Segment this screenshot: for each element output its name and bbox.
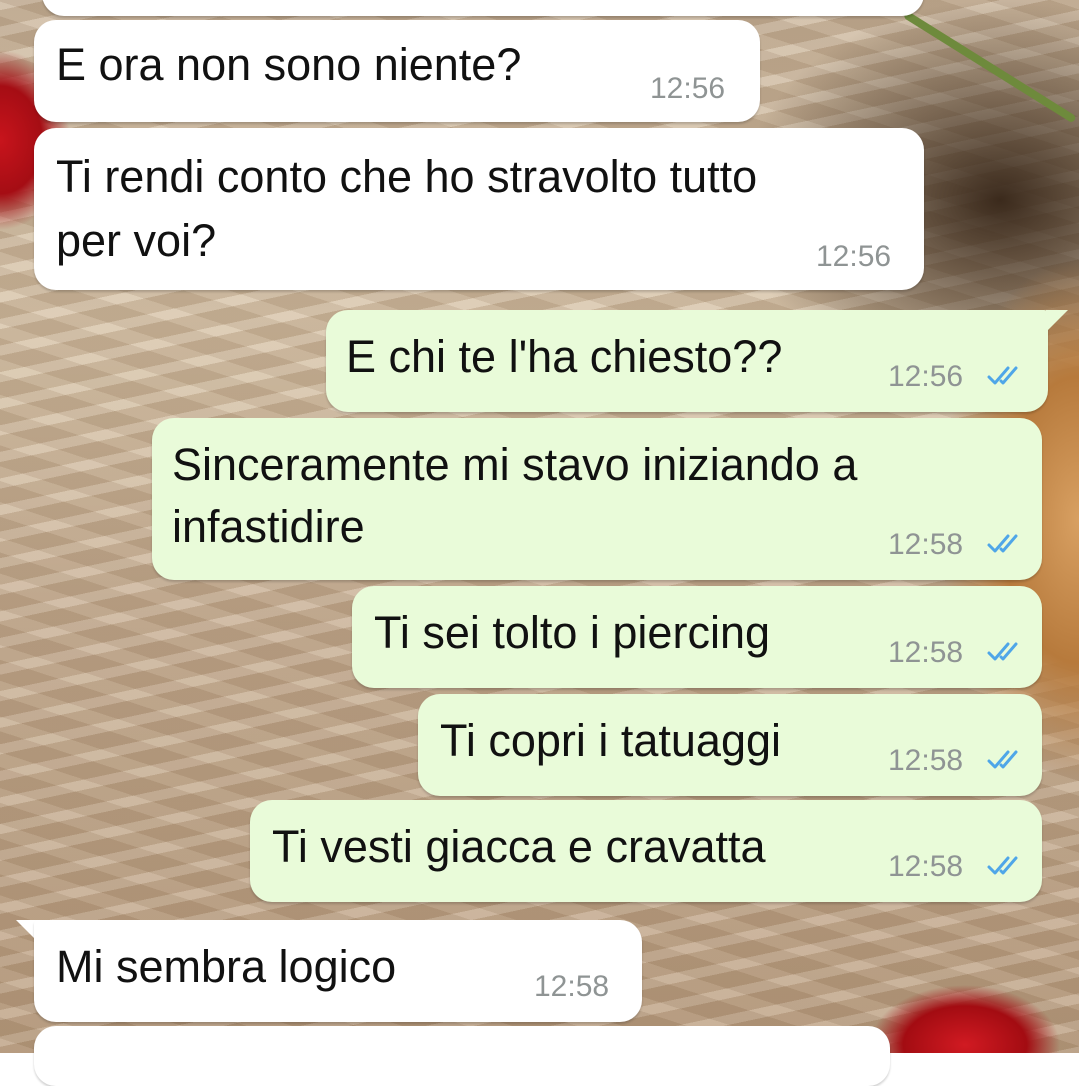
- double-check-icon: [987, 642, 1018, 661]
- message-text: E ora non sono niente?: [56, 39, 522, 90]
- message-bubble[interactable]: Mi sembra logico 12:58: [34, 920, 642, 1022]
- message-bubble[interactable]: Ti sei tolto i piercing 12:58: [352, 586, 1042, 688]
- message-text-line: Ti rendi conto che ho stravolto tutto: [56, 151, 758, 202]
- message-bubble[interactable]: Sinceramente mi stavo iniziando a infast…: [152, 418, 1042, 580]
- message-text: Mi sembra logico: [56, 941, 397, 992]
- message-text: Ti copri i tatuaggi: [440, 715, 781, 766]
- message-timestamp: 12:56: [888, 360, 964, 393]
- double-check-icon: [987, 366, 1018, 385]
- message-bubble-partial[interactable]: [42, 0, 924, 16]
- message-bubble[interactable]: Ti vesti giacca e cravatta 12:58: [250, 800, 1042, 902]
- message-timestamp: 12:58: [888, 744, 964, 777]
- double-check-icon: [987, 856, 1018, 875]
- message-bubble[interactable]: Ti copri i tatuaggi 12:58: [418, 694, 1042, 796]
- bubble-tail: [1046, 310, 1068, 332]
- message-bubble[interactable]: E chi te l'ha chiesto?? 12:56: [326, 310, 1048, 412]
- message-text: Ti sei tolto i piercing: [374, 607, 770, 658]
- message-timestamp: 12:58: [534, 970, 610, 1003]
- message-text-line: infastidire: [172, 501, 365, 552]
- double-check-icon: [987, 534, 1018, 553]
- message-text: E chi te l'ha chiesto??: [346, 331, 783, 382]
- message-bubble[interactable]: Ti rendi conto che ho stravolto tutto pe…: [34, 128, 924, 290]
- message-text-line: Sinceramente mi stavo iniziando a: [172, 439, 858, 490]
- message-timestamp: 12:58: [888, 636, 964, 669]
- message-bubble[interactable]: E ora non sono niente? 12:56: [34, 20, 760, 122]
- message-timestamp: 12:56: [650, 72, 726, 105]
- message-timestamp: 12:58: [888, 850, 964, 883]
- message-timestamp: 12:58: [888, 528, 964, 561]
- double-check-icon: [987, 750, 1018, 769]
- message-timestamp: 12:56: [816, 240, 892, 273]
- message-text-line: per voi?: [56, 215, 217, 266]
- message-text: Ti vesti giacca e cravatta: [272, 821, 766, 872]
- message-bubble-partial[interactable]: [34, 1026, 890, 1086]
